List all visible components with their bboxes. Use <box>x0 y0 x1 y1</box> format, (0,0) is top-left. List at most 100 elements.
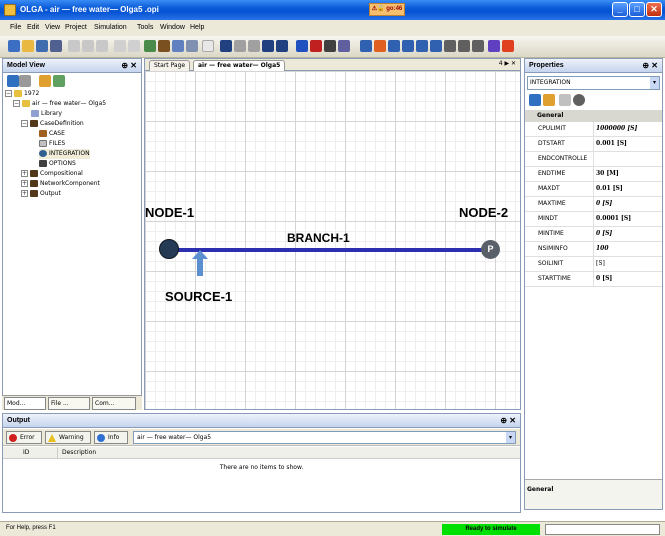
tree-item-case[interactable]: CASE <box>39 129 65 139</box>
property-row[interactable]: DTSTART 0.001 [S] <box>525 137 662 152</box>
valve-icon[interactable] <box>416 40 428 52</box>
document-controls[interactable]: 4 ▶ ✕ <box>499 60 516 67</box>
menu-edit[interactable]: Edit <box>27 24 39 31</box>
filter-error-button[interactable]: Error <box>6 431 42 444</box>
copy-icon[interactable] <box>82 40 94 52</box>
tab-start-page[interactable]: Start Page <box>149 60 191 71</box>
tree-item-integration[interactable]: INTEGRATION <box>39 149 90 159</box>
pin-close-icon[interactable]: ⊕ ✕ <box>500 416 516 425</box>
property-row[interactable]: MAXTIME 0 [S] <box>525 197 662 212</box>
chart-icon[interactable] <box>502 40 514 52</box>
property-row[interactable]: MINDT 0.0001 [S] <box>525 212 662 227</box>
sort-icon[interactable] <box>7 75 19 87</box>
column-description[interactable]: Description <box>57 447 96 459</box>
plot-icon[interactable] <box>296 40 308 52</box>
object-selector[interactable]: INTEGRATION ▾ <box>527 76 660 90</box>
property-row[interactable]: MAXDT 0.01 [S] <box>525 182 662 197</box>
menu-simulation[interactable]: Simulation <box>94 24 127 31</box>
filter-icon[interactable] <box>19 75 31 87</box>
property-row[interactable]: CPULIMIT 1000000 [S] <box>525 122 662 137</box>
pin-close-icon[interactable]: ⊕ ✕ <box>642 61 658 70</box>
split-icon[interactable] <box>458 40 470 52</box>
tree-item-output[interactable]: + Output <box>21 189 61 199</box>
add-icon[interactable] <box>388 40 400 52</box>
restart-icon[interactable] <box>276 40 288 52</box>
step-icon[interactable] <box>262 40 274 52</box>
menu-help[interactable]: Help <box>190 24 204 31</box>
open-icon[interactable] <box>22 40 34 52</box>
tree-item-files[interactable]: FILES <box>39 139 65 149</box>
layout-icon[interactable] <box>172 40 184 52</box>
save-icon[interactable] <box>36 40 48 52</box>
categorize-icon[interactable] <box>39 75 51 87</box>
property-row[interactable]: ENDCONTROLLE <box>525 152 662 167</box>
node-2-icon[interactable]: P <box>481 240 500 259</box>
stop-icon[interactable] <box>234 40 246 52</box>
tab-model-document[interactable]: air — free water— Olga5 <box>193 60 286 71</box>
maximize-button[interactable]: □ <box>629 2 645 17</box>
panel-icon[interactable] <box>202 40 214 52</box>
column-id[interactable]: ID <box>23 447 29 459</box>
filter-warning-button[interactable]: Warning <box>45 431 91 444</box>
block-icon[interactable] <box>430 40 442 52</box>
events-icon[interactable] <box>573 94 585 106</box>
branch-pipe[interactable] <box>165 248 485 252</box>
tree-item-compositional[interactable]: + Compositional <box>21 169 83 179</box>
measure-icon[interactable] <box>488 40 500 52</box>
pause-icon[interactable] <box>248 40 260 52</box>
delete-icon[interactable] <box>472 40 484 52</box>
property-row[interactable]: ENDTIME 30 [M] <box>525 167 662 182</box>
property-row[interactable]: STARTTIME 0 [S] <box>525 272 662 287</box>
app-icon[interactable] <box>4 4 16 16</box>
chevron-down-icon[interactable]: ▾ <box>650 77 659 89</box>
node-1-icon[interactable] <box>159 239 179 259</box>
filter-info-button[interactable]: Info <box>94 431 128 444</box>
tab-files[interactable]: File ... <box>48 397 90 410</box>
alphabetical-icon[interactable] <box>543 94 555 106</box>
tab-model[interactable]: Mod... <box>4 397 46 410</box>
node-icon[interactable] <box>374 40 386 52</box>
property-row[interactable]: NSIMINFO 100 <box>525 242 662 257</box>
window-icon[interactable] <box>186 40 198 52</box>
minimize-button[interactable]: _ <box>612 2 628 17</box>
property-row[interactable]: MINTIME 0 [S] <box>525 227 662 242</box>
alpha-icon[interactable] <box>53 75 65 87</box>
save-all-icon[interactable] <box>50 40 62 52</box>
source-icon[interactable] <box>402 40 414 52</box>
cut-icon[interactable] <box>68 40 80 52</box>
tree-item-casedefinition[interactable]: − CaseDefinition <box>21 119 84 129</box>
close-button[interactable]: ✕ <box>646 2 662 17</box>
property-category[interactable]: General <box>525 110 662 122</box>
menu-tools[interactable]: Tools <box>137 24 153 31</box>
link-icon[interactable] <box>444 40 456 52</box>
categorized-icon[interactable] <box>529 94 541 106</box>
table-icon[interactable] <box>338 40 350 52</box>
tree-item-library[interactable]: Library <box>31 109 62 119</box>
chevron-down-icon[interactable]: ▾ <box>506 432 515 443</box>
pin-close-icon[interactable]: ⊕ ✕ <box>121 61 137 70</box>
source-arrow-icon[interactable] <box>192 250 208 276</box>
network-canvas[interactable]: NODE-1 NODE-2 BRANCH-1 P SOURCE-1 <box>145 71 520 409</box>
tools-icon[interactable] <box>158 40 170 52</box>
menu-window[interactable]: Window <box>160 24 185 31</box>
run-icon[interactable] <box>220 40 232 52</box>
property-row[interactable]: SOILINIT [S] <box>525 257 662 272</box>
menu-project[interactable]: Project <box>65 24 87 31</box>
tree-item-options[interactable]: OPTIONS <box>39 159 76 169</box>
tree-item-1972[interactable]: −1972 <box>5 89 39 99</box>
profile-icon[interactable] <box>324 40 336 52</box>
undo-icon[interactable] <box>114 40 126 52</box>
paste-icon[interactable] <box>96 40 108 52</box>
redo-icon[interactable] <box>128 40 140 52</box>
tree-item-networkcomponent[interactable]: + NetworkComponent <box>21 179 100 189</box>
property-pages-icon[interactable] <box>559 94 571 106</box>
tab-components[interactable]: Com... <box>92 397 136 410</box>
trend-icon[interactable] <box>310 40 322 52</box>
tree-item-case-file[interactable]: − air — free water— Olga5 <box>13 99 106 109</box>
new-icon[interactable] <box>8 40 20 52</box>
menu-view[interactable]: View <box>45 24 60 31</box>
grid-icon[interactable] <box>144 40 156 52</box>
menu-file[interactable]: File <box>10 24 21 31</box>
select-icon[interactable] <box>360 40 372 52</box>
output-source-select[interactable]: air — free water— Olga5 ▾ <box>133 431 516 444</box>
